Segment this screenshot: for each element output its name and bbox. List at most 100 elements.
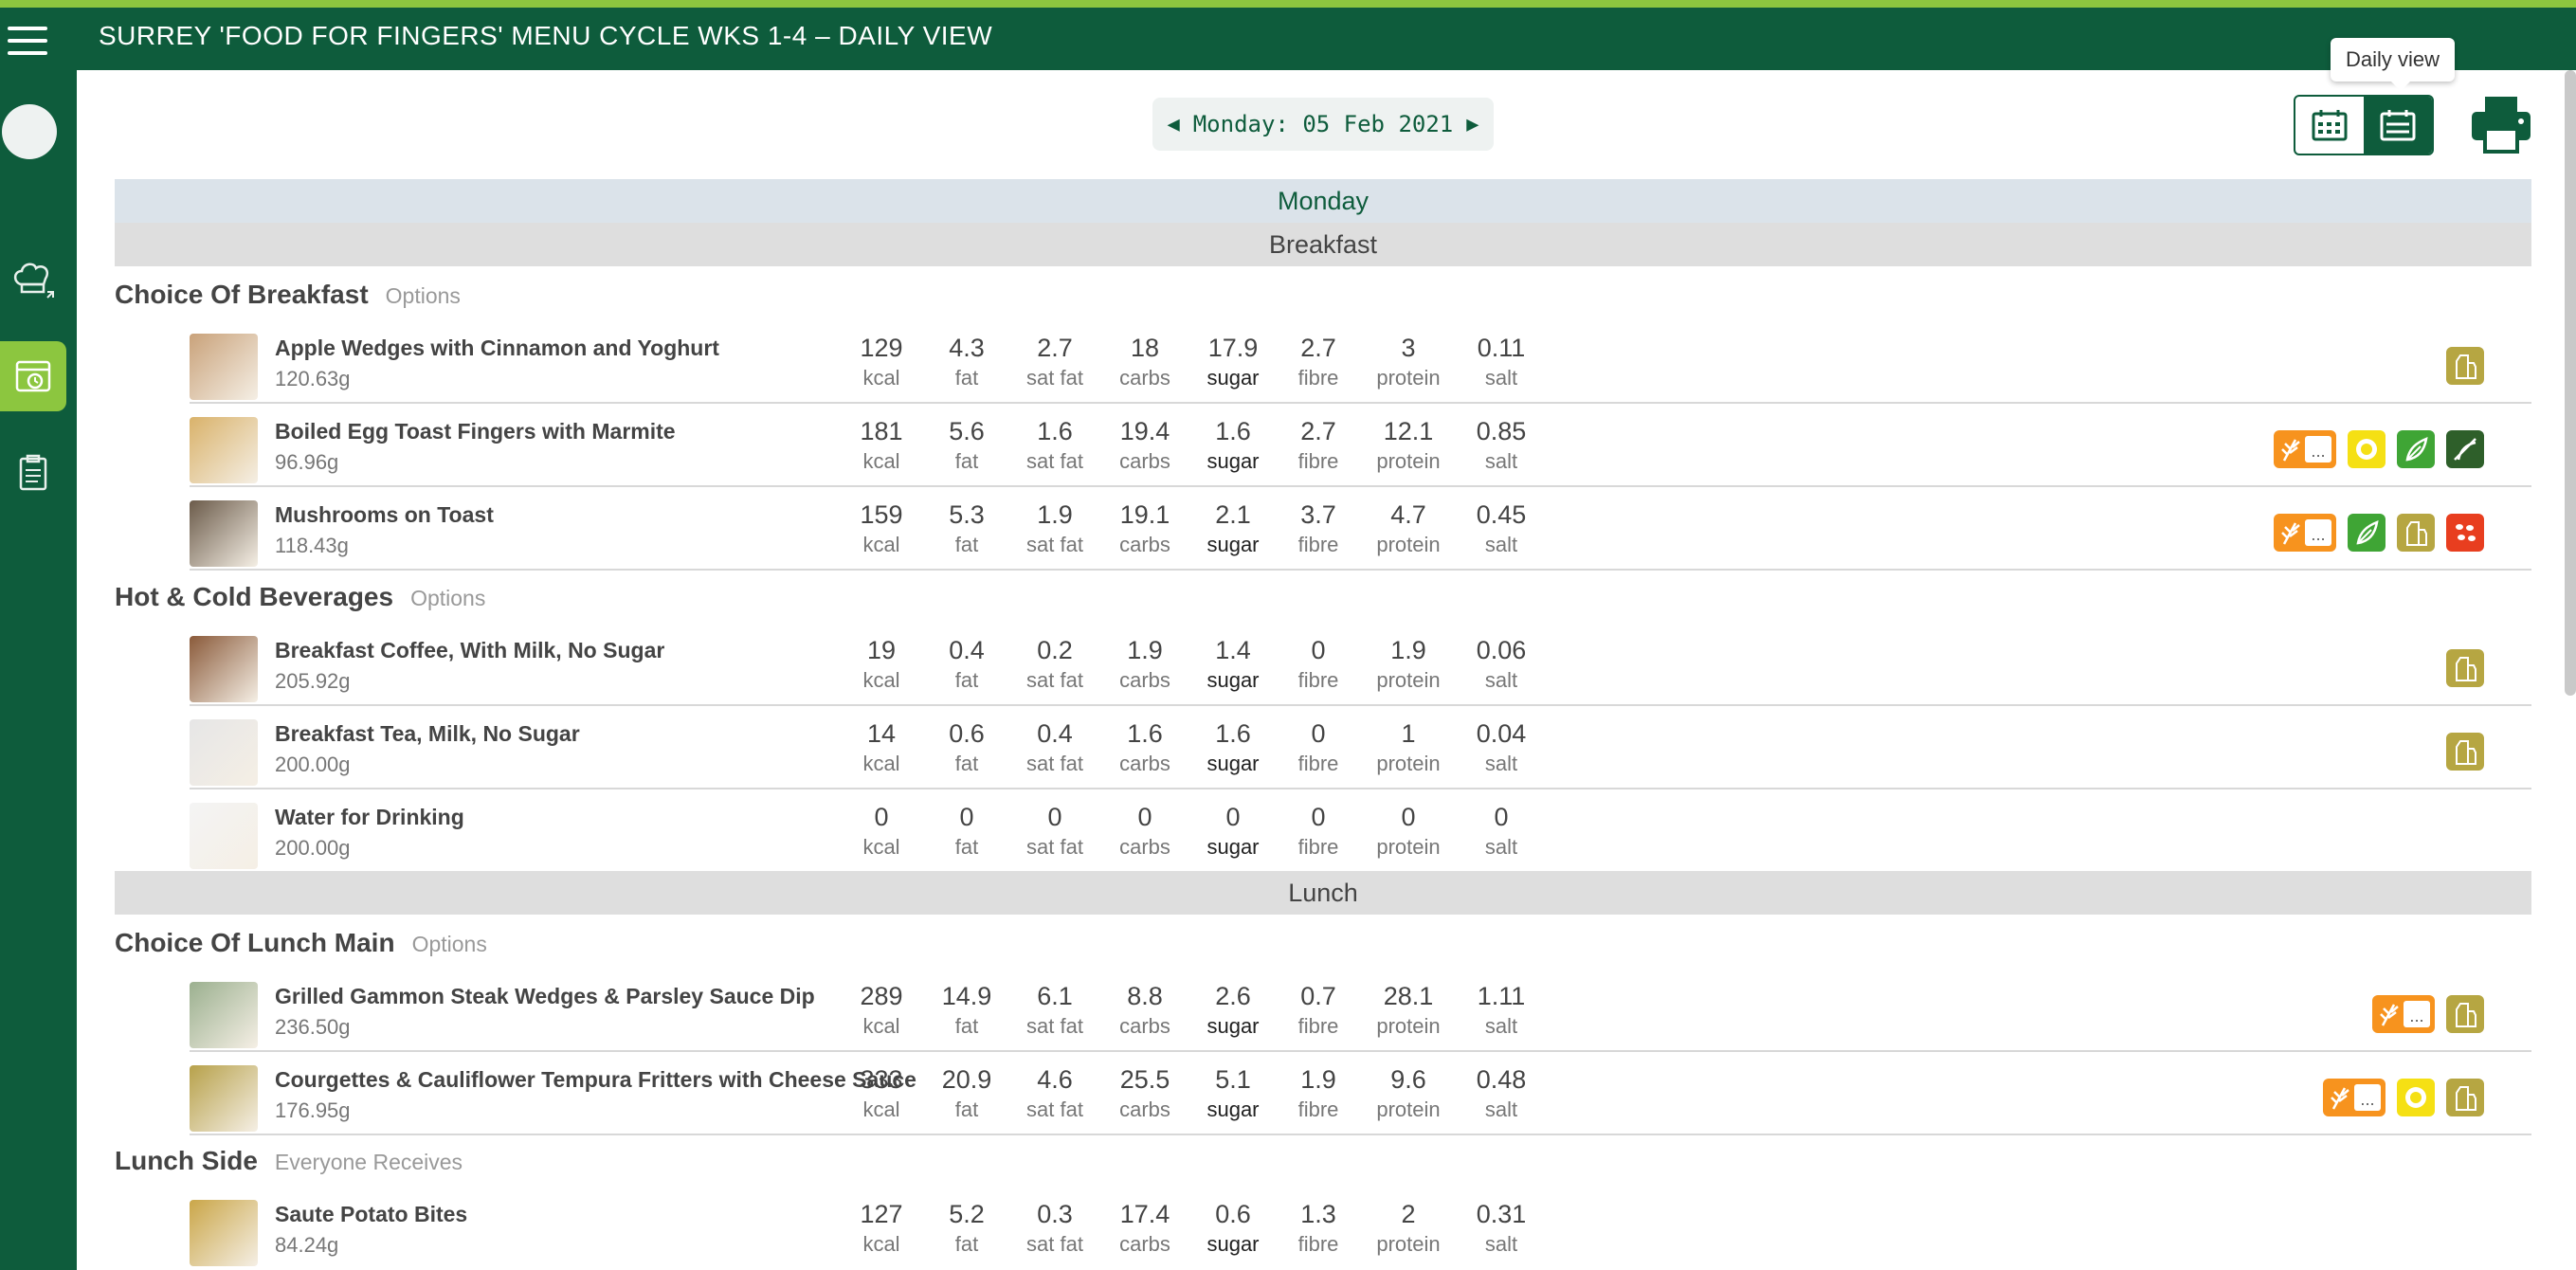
nutrient-value: 0.4 — [1037, 719, 1073, 748]
nutrient-unit: salt — [1484, 1098, 1518, 1121]
nutrient-value: 4.3 — [949, 334, 985, 362]
nutrient-sugar: 0 sugar — [1190, 803, 1276, 860]
table-row[interactable]: Apple Wedges with Cinnamon and Yoghurt 12… — [190, 320, 2531, 404]
nutrient-unit: salt — [1484, 668, 1518, 692]
nutrient-value: 3 — [1401, 334, 1416, 362]
menu-icon[interactable] — [8, 21, 51, 64]
gluten-icon[interactable]: ... — [2274, 430, 2336, 468]
nutrient-value: 0 — [1225, 803, 1241, 831]
nutrient-value: 14 — [866, 719, 897, 748]
nutrient-salt: 0 salt — [1459, 803, 1544, 860]
nutrient-value: 0.2 — [1037, 636, 1073, 664]
allergen-icons — [2446, 649, 2484, 687]
nutrient-value: 0.4 — [949, 636, 985, 664]
scrollbar[interactable] — [2565, 70, 2576, 696]
nutrient-fat: 0.6 fat — [924, 719, 1009, 776]
milk-icon[interactable] — [2446, 649, 2484, 687]
nutrient-value: 1.4 — [1215, 636, 1251, 664]
dish-name[interactable]: Apple Wedges with Cinnamon and Yoghurt — [275, 336, 719, 361]
dish-name[interactable]: Water for Drinking — [275, 805, 464, 830]
app-header: SURREY 'FOOD FOR FINGERS' MENU CYCLE WKS… — [0, 8, 2576, 70]
nutrient-value: 0 — [1047, 803, 1062, 831]
dish-name[interactable]: Courgettes & Cauliflower Tempura Fritter… — [275, 1067, 916, 1093]
section-subtitle: Options — [385, 283, 461, 308]
nutrient-value: 25.5 — [1119, 1065, 1170, 1094]
milk-icon[interactable] — [2446, 1079, 2484, 1116]
dish-info: Grilled Gammon Steak Wedges & Parsley Sa… — [275, 984, 815, 1040]
nutrient-unit: sat fat — [1026, 1098, 1083, 1121]
nutrient-unit: fibre — [1297, 752, 1339, 775]
dish-weight: 236.50g — [275, 1015, 351, 1039]
dish-name[interactable]: Saute Potato Bites — [275, 1202, 467, 1227]
nutrient-value: 127 — [860, 1200, 903, 1228]
printer-icon — [2472, 97, 2531, 154]
nutrient-fibre: 1.3 fibre — [1276, 1200, 1361, 1257]
dish-name[interactable]: Mushrooms on Toast — [275, 502, 494, 528]
egg-icon[interactable] — [2348, 430, 2386, 468]
date-navigator: ◀ Monday: 05 Feb 2021 ▶ — [1152, 98, 1494, 151]
calendar-clock-icon[interactable] — [0, 341, 66, 411]
nutrient-value: 1 — [1401, 719, 1416, 748]
dish-weight: 84.24g — [275, 1233, 339, 1257]
nutrient-value: 0 — [959, 803, 974, 831]
dish-name[interactable]: Breakfast Tea, Milk, No Sugar — [275, 721, 580, 747]
nutrient-unit: sat fat — [1026, 533, 1083, 556]
vegetarian-icon[interactable] — [2397, 430, 2435, 468]
nutrient-value: 333 — [860, 1065, 903, 1094]
soya-icon[interactable] — [2446, 514, 2484, 552]
milk-icon[interactable] — [2446, 995, 2484, 1033]
dish-name[interactable]: Boiled Egg Toast Fingers with Marmite — [275, 419, 676, 444]
nutrient-fibre: 3.7 fibre — [1276, 500, 1361, 557]
allergen-icons: ... — [2274, 514, 2484, 552]
nutrient-protein: 1 protein — [1366, 719, 1451, 776]
nutrient-value: 0.7 — [1300, 982, 1336, 1010]
gluten-icon[interactable]: ... — [2372, 995, 2435, 1033]
milk-icon[interactable] — [2446, 733, 2484, 771]
table-row[interactable]: Courgettes & Cauliflower Tempura Fritter… — [190, 1052, 2531, 1135]
nutrient-salt: 1.11 salt — [1459, 982, 1544, 1039]
chef-hat-icon[interactable] — [0, 245, 66, 315]
nutrient-satfat: 1.6 sat fat — [1012, 417, 1098, 474]
daily-view-button[interactable] — [2364, 97, 2432, 154]
nutrient-unit: sat fat — [1026, 449, 1083, 473]
nutrient-unit: fat — [954, 1014, 979, 1038]
allergen-icons — [2446, 733, 2484, 771]
table-row[interactable]: Breakfast Tea, Milk, No Sugar 200.00g 14 kc… — [190, 706, 2531, 789]
prev-day-icon[interactable]: ◀ — [1153, 113, 1192, 136]
table-row[interactable]: Grilled Gammon Steak Wedges & Parsley Sa… — [190, 969, 2531, 1052]
table-row[interactable]: Saute Potato Bites 84.24g 127 kcal 5.2 fat 0.3… — [190, 1187, 2531, 1270]
table-row[interactable]: Boiled Egg Toast Fingers with Marmite 96.… — [190, 404, 2531, 487]
nutrient-satfat: 6.1 sat fat — [1012, 982, 1098, 1039]
milk-icon[interactable] — [2397, 514, 2435, 552]
table-row[interactable]: Water for Drinking 200.00g 0 kcal 0 fat 0 sat f… — [190, 789, 2531, 873]
nutrient-unit: protein — [1376, 1014, 1441, 1038]
nutrient-protein: 2 protein — [1366, 1200, 1451, 1257]
nutrient-unit: sugar — [1206, 1098, 1260, 1121]
table-row[interactable]: Mushrooms on Toast 118.43g 159 kcal 5.3 fat 1.… — [190, 487, 2531, 571]
gluten-icon[interactable]: ... — [2323, 1079, 2386, 1116]
nutrient-unit: carbs — [1119, 752, 1170, 775]
print-button[interactable] — [2468, 91, 2534, 157]
nutrient-unit: protein — [1376, 1232, 1441, 1256]
nutrient-unit: sugar — [1206, 835, 1260, 859]
allergen-icons — [2446, 347, 2484, 385]
egg-icon[interactable] — [2397, 1079, 2435, 1116]
clipboard-icon[interactable] — [0, 438, 66, 508]
vegan-icon[interactable] — [2446, 430, 2484, 468]
dish-name[interactable]: Breakfast Coffee, With Milk, No Sugar — [275, 638, 664, 663]
nutrient-satfat: 1.9 sat fat — [1012, 500, 1098, 557]
gluten-icon[interactable]: ... — [2274, 514, 2336, 552]
avatar[interactable] — [2, 104, 57, 159]
nutrient-kcal: 333 kcal — [839, 1065, 924, 1122]
dish-weight: 200.00g — [275, 836, 351, 860]
nutrient-value: 0 — [874, 803, 889, 831]
nutrient-unit: fibre — [1297, 1232, 1339, 1256]
dish-info: Courgettes & Cauliflower Tempura Fritter… — [275, 1067, 916, 1123]
next-day-icon[interactable]: ▶ — [1453, 113, 1492, 136]
nutrient-unit: salt — [1484, 1014, 1518, 1038]
vegetarian-icon[interactable] — [2348, 514, 2386, 552]
calendar-view-button[interactable] — [2295, 97, 2364, 154]
table-row[interactable]: Breakfast Coffee, With Milk, No Sugar 205… — [190, 623, 2531, 706]
milk-icon[interactable] — [2446, 347, 2484, 385]
dish-name[interactable]: Grilled Gammon Steak Wedges & Parsley Sa… — [275, 984, 815, 1009]
